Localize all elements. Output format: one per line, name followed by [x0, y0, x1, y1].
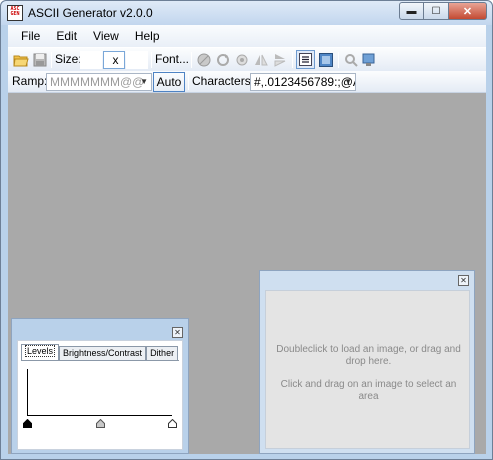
- black-point-handle[interactable]: [23, 419, 32, 428]
- toolbar-separator: [151, 52, 152, 68]
- main-toolbar: Size: x Font...: [8, 47, 486, 71]
- app-window: ASC GEN ASCII Generator v2.0.0 ▬ ☐ ✕ Fil…: [0, 0, 493, 460]
- text-mode-icon[interactable]: [296, 50, 315, 69]
- characters-value: #,.0123456789:;@A: [254, 75, 356, 89]
- app-logo-icon: ASC GEN: [7, 5, 23, 21]
- mid-point-handle[interactable]: [95, 419, 105, 428]
- tab-brightness-contrast[interactable]: Brightness/Contrast: [59, 346, 147, 360]
- close-icon[interactable]: ✕: [172, 327, 183, 338]
- chevron-down-icon: ▼: [344, 77, 352, 86]
- menu-help[interactable]: Help: [127, 25, 168, 47]
- window-title: ASCII Generator v2.0.0: [28, 6, 153, 20]
- histogram-y-axis: [27, 369, 28, 415]
- settings-toolbar: Ramp: MMMMMMM@@ ▼ Auto Characters: #,.01…: [8, 71, 486, 93]
- close-icon[interactable]: ✕: [458, 275, 469, 286]
- menu-edit[interactable]: Edit: [48, 25, 85, 47]
- tab-strip: Levels Brightness/Contrast Dither: [21, 344, 179, 360]
- histogram-x-axis: [27, 415, 172, 416]
- font-button[interactable]: Font...: [155, 52, 189, 66]
- export-icon[interactable]: [361, 51, 378, 68]
- chevron-down-icon: ▼: [140, 77, 148, 86]
- ramp-label: Ramp:: [12, 74, 48, 88]
- image-mode-icon[interactable]: [317, 51, 334, 68]
- open-icon[interactable]: [12, 51, 29, 68]
- toolbar-separator: [338, 52, 339, 68]
- zoom-icon[interactable]: [342, 51, 359, 68]
- client-area: File Edit View Help Size: x Font... Ramp…: [8, 25, 486, 454]
- sharpen-icon[interactable]: [195, 51, 212, 68]
- minimize-button[interactable]: ▬: [399, 2, 424, 20]
- height-input[interactable]: [126, 51, 148, 69]
- menu-view[interactable]: View: [85, 25, 127, 47]
- toolbar-separator: [188, 74, 189, 90]
- size-label: Size:: [55, 52, 82, 66]
- dither-icon[interactable]: [233, 51, 250, 68]
- close-button[interactable]: ✕: [449, 2, 487, 20]
- auto-button[interactable]: Auto: [153, 72, 185, 92]
- save-icon[interactable]: [31, 51, 48, 68]
- maximize-button[interactable]: ☐: [424, 2, 449, 20]
- toolbar-separator: [51, 52, 52, 68]
- ramp-dropdown[interactable]: MMMMMMM@@ ▼: [46, 73, 152, 91]
- toolbar-separator: [292, 52, 293, 68]
- white-point-handle[interactable]: [168, 419, 177, 428]
- image-panel: ✕ Doubleclick to load an image, or drag …: [259, 270, 475, 454]
- levels-content: Levels Brightness/Contrast Dither: [17, 340, 183, 450]
- title-bar[interactable]: ASC GEN ASCII Generator v2.0.0 ▬ ☐ ✕: [1, 1, 492, 25]
- levels-panel: ✕ Levels Brightness/Contrast Dither: [11, 318, 189, 454]
- image-drop-area[interactable]: Doubleclick to load an image, or drag an…: [265, 290, 470, 449]
- menu-bar: File Edit View Help: [8, 25, 486, 47]
- characters-label: Characters:: [192, 74, 255, 88]
- menu-file[interactable]: File: [13, 25, 48, 47]
- rotate-icon[interactable]: [214, 51, 231, 68]
- characters-dropdown[interactable]: #,.0123456789:;@A ▼: [250, 73, 356, 91]
- levels-histogram[interactable]: [21, 360, 179, 446]
- toolbar-separator: [191, 52, 192, 68]
- load-instructions: Doubleclick to load an image, or drag an…: [276, 344, 461, 367]
- width-input[interactable]: [80, 51, 102, 69]
- tab-dither[interactable]: Dither: [146, 346, 179, 360]
- tab-levels[interactable]: Levels: [21, 344, 60, 360]
- size-separator[interactable]: x: [103, 51, 125, 69]
- select-instructions: Click and drag on an image to select an …: [280, 379, 457, 402]
- flip-horizontal-icon[interactable]: [252, 51, 269, 68]
- flip-vertical-icon[interactable]: [271, 51, 288, 68]
- ramp-value: MMMMMMM@@: [50, 75, 145, 89]
